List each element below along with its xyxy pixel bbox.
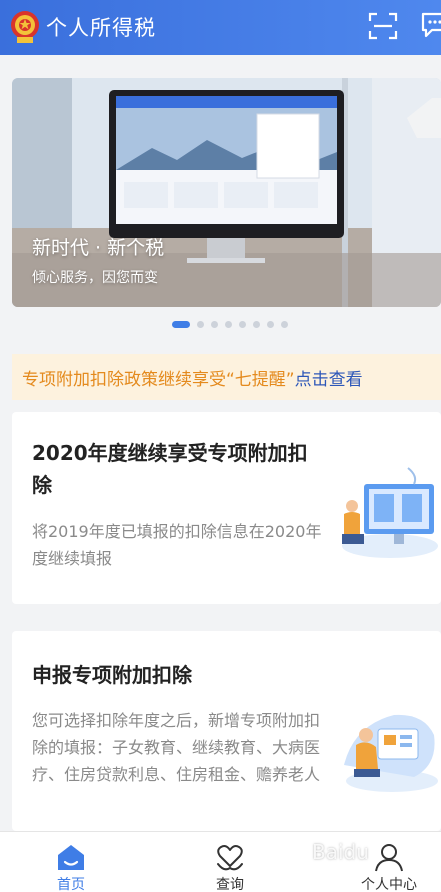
banner-title: 新时代 · 新个税 [32, 237, 165, 259]
user-icon [375, 844, 403, 872]
tab-query[interactable]: 查询 [190, 832, 270, 892]
continue-deduction-card[interactable]: 2020年度继续享受专项附加扣除 将2019年度已填报的扣除信息在2020年度继… [12, 412, 441, 604]
promo-banner[interactable]: 新时代 · 新个税 倾心服务，因您而变 [12, 78, 441, 307]
watermark: Baidu [312, 840, 369, 864]
banner-dot[interactable] [197, 321, 204, 328]
message-icon[interactable] [420, 10, 441, 40]
card-description: 您可选择扣除年度之后，新增专项附加扣除的填报：子女教育、继续教育、大病医疗、住房… [32, 711, 321, 784]
banner-pagination [172, 321, 288, 328]
home-icon [58, 845, 84, 870]
card-description: 将2019年度已填报的扣除信息在2020年度继续填报 [32, 522, 322, 568]
tab-home[interactable]: 首页 [31, 832, 111, 892]
banner-dot[interactable] [225, 321, 232, 328]
app-title: 个人所得税 [46, 16, 156, 40]
policy-notice[interactable]: 专项附加扣除政策继续享受“七提醒” 点击查看 [12, 354, 441, 400]
declare-deduction-card[interactable]: 申报专项附加扣除 您可选择扣除年度之后，新增专项附加扣除的填报：子女教育、继续教… [12, 631, 441, 831]
card-title: 申报专项附加扣除 [32, 663, 192, 687]
banner-dot[interactable] [239, 321, 246, 328]
notice-link[interactable]: 点击查看 [295, 365, 363, 390]
bottom-nav: 首页 查询 个人中心 [0, 831, 441, 892]
banner-dot[interactable] [211, 321, 218, 328]
scan-icon[interactable] [368, 12, 398, 40]
continue-deduction-illustration [342, 467, 438, 558]
banner-subtitle: 倾心服务，因您而变 [32, 270, 158, 286]
tab-profile-label: 个人中心 [361, 877, 417, 892]
banner-dot[interactable] [281, 321, 288, 328]
banner-dot-active[interactable] [172, 321, 190, 328]
declare-deduction-illustration [344, 714, 438, 792]
national-emblem-icon [11, 11, 39, 43]
heart-hands-icon [217, 845, 243, 871]
banner-dot[interactable] [253, 321, 260, 328]
card-title: 2020年度继续享受专项附加扣除 [32, 441, 308, 497]
tab-home-label: 首页 [57, 877, 85, 892]
tab-query-label: 查询 [216, 877, 244, 892]
banner-dot[interactable] [267, 321, 274, 328]
app-header: 个人所得税 [0, 0, 441, 55]
notice-text: 专项附加扣除政策继续享受“七提醒” [22, 369, 295, 390]
